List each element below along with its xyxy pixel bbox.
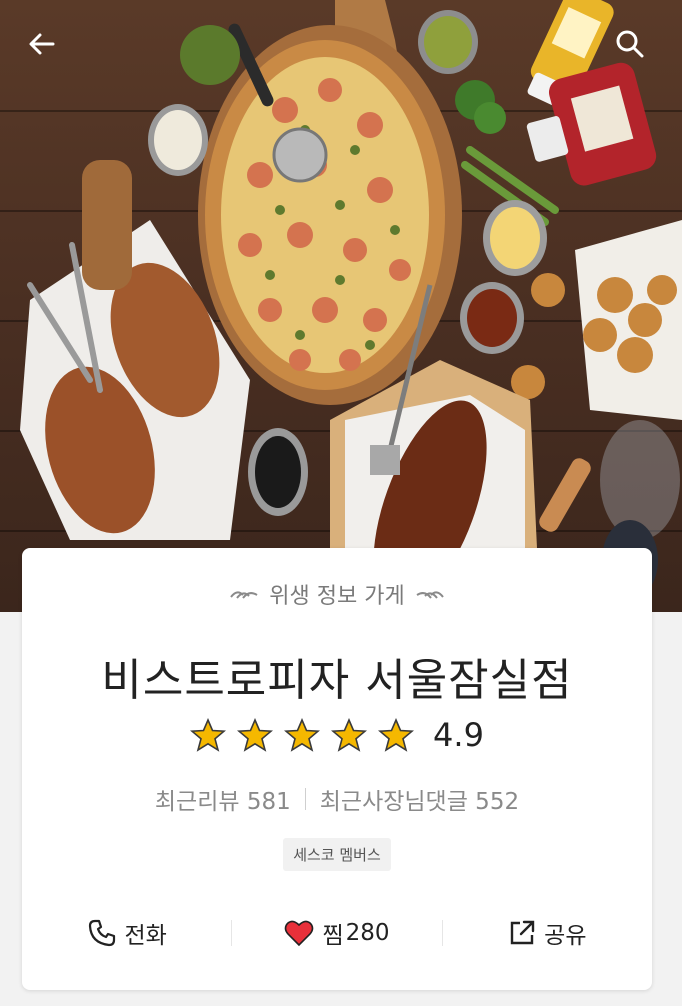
rating-row: 4.9 [22, 716, 652, 754]
hygiene-badge[interactable]: 위생 정보 가게 [22, 578, 652, 610]
share-button[interactable]: 공유 [443, 916, 652, 950]
like-button[interactable]: 찜 280 [232, 916, 441, 950]
review-stats: 최근리뷰 581 최근사장님댓글 552 [22, 782, 652, 816]
store-name: 비스트로피자 서울잠실점 [101, 655, 573, 706]
rating-value: 4.9 [433, 716, 484, 754]
cesco-members-badge: 세스코 멤버스 [283, 838, 391, 871]
star-icon [331, 718, 368, 752]
search-icon [616, 30, 644, 58]
like-count: 280 [345, 920, 390, 946]
call-button[interactable]: 전화 [22, 916, 231, 950]
star-icon [190, 718, 227, 752]
share-icon [510, 920, 535, 945]
badge-row: 세스코 멤버스 [22, 838, 652, 871]
phone-icon [88, 919, 115, 947]
recent-reviews-link[interactable]: 최근리뷰 581 [155, 782, 291, 816]
laurel-left-icon [230, 591, 258, 599]
hero-image [0, 0, 682, 612]
star-icon [237, 718, 274, 752]
star-icon [284, 718, 321, 752]
back-button[interactable] [20, 22, 64, 66]
heart-icon [285, 920, 314, 947]
share-label: 공유 [544, 923, 587, 949]
star-icon [378, 718, 415, 752]
action-bar: 전화 찜 280 공유 [22, 910, 652, 956]
store-info-card: 위생 정보 가게 비스트로피자 서울잠실점 4.9 최근리뷰 581 최근사장님… [22, 548, 652, 990]
hygiene-label: 위생 정보 가게 [269, 584, 405, 609]
search-button[interactable] [608, 22, 652, 66]
like-label: 찜 [322, 923, 344, 949]
food-illustration [20, 0, 682, 612]
call-label: 전화 [124, 923, 167, 949]
laurel-right-icon [416, 591, 444, 599]
divider [304, 788, 306, 810]
arrow-left-icon [29, 33, 55, 55]
owner-replies-link[interactable]: 최근사장님댓글 552 [320, 782, 519, 816]
